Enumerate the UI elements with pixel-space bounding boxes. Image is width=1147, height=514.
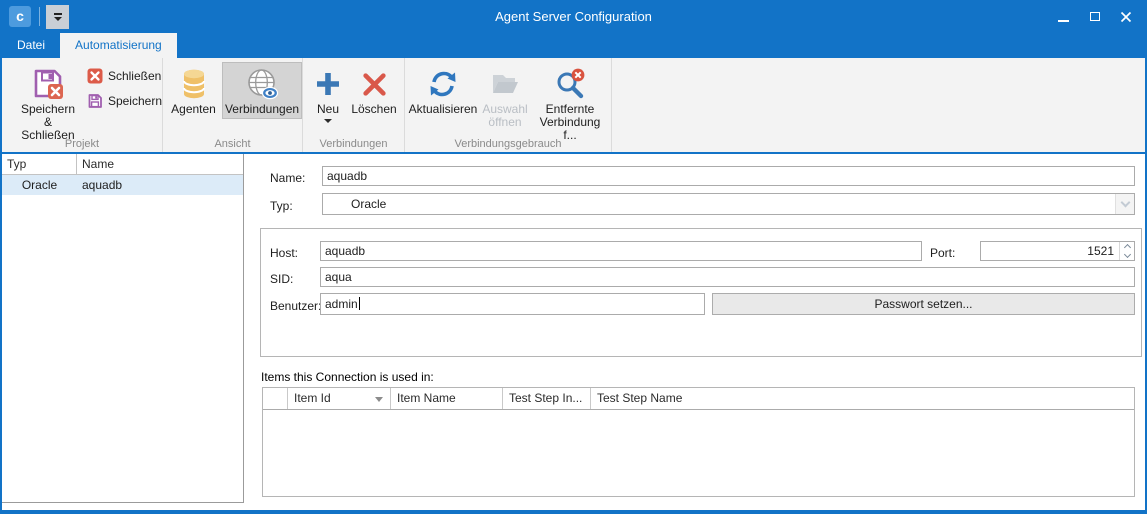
connection-row-aquadb[interactable]: Oracle aquadb bbox=[2, 175, 243, 195]
sid-input[interactable] bbox=[320, 267, 1135, 287]
agents-view-button[interactable]: Agenten bbox=[168, 62, 219, 119]
floppy-disk-with-red-x-icon bbox=[31, 67, 65, 101]
ribbon-group-verbindungen: Neu Löschen Verbindungen bbox=[303, 58, 405, 152]
ribbon-group-projekt: Speichern & Schließen Schließen bbox=[2, 58, 163, 152]
close-project-label: Schließen bbox=[108, 69, 161, 83]
text-cursor bbox=[359, 297, 360, 310]
new-connection-button[interactable]: Neu bbox=[308, 62, 348, 126]
new-connection-label: Neu bbox=[317, 103, 339, 116]
group-label-projekt: Projekt bbox=[2, 138, 162, 150]
tab-datei[interactable]: Datei bbox=[2, 33, 60, 58]
items-column-indicator bbox=[263, 388, 288, 409]
set-password-button[interactable]: Passwort setzen... bbox=[712, 293, 1135, 315]
ribbon-tab-row: Datei Automatisierung bbox=[2, 33, 1145, 58]
name-input[interactable] bbox=[322, 166, 1135, 186]
typ-combobox[interactable]: Oracle bbox=[322, 193, 1135, 215]
globe-with-eye-icon bbox=[246, 68, 279, 101]
column-header-name[interactable]: Name bbox=[77, 154, 243, 174]
save-project-label: Speichern bbox=[108, 94, 162, 108]
items-column-item-id[interactable]: Item Id bbox=[288, 388, 391, 409]
typ-label: Typ: bbox=[270, 199, 293, 213]
host-input[interactable] bbox=[320, 241, 922, 261]
blue-circular-arrows-icon bbox=[427, 68, 459, 100]
window-controls bbox=[1048, 0, 1141, 33]
ribbon-empty-space bbox=[612, 58, 1145, 152]
refresh-button[interactable]: Aktualisieren bbox=[407, 62, 479, 119]
open-selection-button: Auswahl öffnen bbox=[479, 62, 531, 132]
spinner-down-icon bbox=[1123, 251, 1130, 258]
save-and-close-label-line1: Speichern & bbox=[18, 103, 78, 129]
delete-connection-button[interactable]: Löschen bbox=[348, 62, 400, 119]
purple-floppy-disk-icon bbox=[87, 93, 103, 109]
items-column-test-step-in[interactable]: Test Step In... bbox=[503, 388, 591, 409]
save-project-button[interactable]: Speichern bbox=[87, 91, 162, 111]
main-area: Typ Name Oracle aquadb Name: Typ: Oracle… bbox=[2, 154, 1145, 510]
save-and-close-button[interactable]: Speichern & Schließen bbox=[15, 62, 81, 145]
connection-detail-form: Name: Typ: Oracle Host: Port: 1521 bbox=[245, 154, 1145, 510]
port-spin-buttons bbox=[1119, 242, 1134, 260]
ribbon: Speichern & Schließen Schließen bbox=[2, 58, 1145, 154]
host-label: Host: bbox=[270, 246, 298, 260]
connections-list-header: Typ Name bbox=[2, 154, 243, 175]
typ-combobox-value: Oracle bbox=[323, 194, 1115, 214]
connections-view-button[interactable]: Verbindungen bbox=[222, 62, 302, 119]
port-label: Port: bbox=[930, 246, 955, 260]
close-button[interactable] bbox=[1110, 0, 1141, 33]
port-spinner[interactable]: 1521 bbox=[980, 241, 1135, 261]
refresh-label: Aktualisieren bbox=[409, 103, 478, 116]
window-title: Agent Server Configuration bbox=[0, 0, 1147, 33]
user-input-value: admin bbox=[325, 297, 358, 311]
magnifier-with-red-x-icon bbox=[554, 68, 586, 100]
port-value: 1521 bbox=[981, 242, 1119, 260]
yellow-database-cylinder-icon bbox=[182, 68, 206, 100]
open-selection-label-line2: öffnen bbox=[488, 116, 521, 129]
agents-view-label: Agenten bbox=[171, 103, 216, 116]
user-label: Benutzer: bbox=[270, 299, 321, 313]
items-column-item-name[interactable]: Item Name bbox=[391, 388, 503, 409]
agent-server-configuration-window: c Agent Server Configuration Datei Autom… bbox=[0, 0, 1147, 514]
typ-combobox-dropdown-button[interactable] bbox=[1115, 194, 1134, 214]
ribbon-group-verbindungsgebrauch: Aktualisieren Auswahl öffnen bbox=[405, 58, 612, 152]
group-label-verbindungen: Verbindungen bbox=[303, 138, 404, 150]
connection-row-name: aquadb bbox=[77, 175, 243, 195]
sid-label: SID: bbox=[270, 272, 293, 286]
title-bar: c Agent Server Configuration bbox=[0, 0, 1147, 33]
close-project-button[interactable]: Schließen bbox=[87, 66, 162, 86]
gray-open-folder-icon bbox=[490, 71, 520, 97]
connections-view-label: Verbindungen bbox=[225, 103, 299, 116]
tab-automatisierung[interactable]: Automatisierung bbox=[60, 33, 177, 58]
minimize-button[interactable] bbox=[1048, 0, 1079, 33]
red-x-square-icon bbox=[87, 68, 103, 84]
connections-list-panel: Typ Name Oracle aquadb bbox=[2, 154, 244, 503]
maximize-icon bbox=[1090, 12, 1100, 21]
name-label: Name: bbox=[270, 171, 305, 185]
group-label-ansicht: Ansicht bbox=[163, 138, 302, 150]
items-section-title: Items this Connection is used in: bbox=[261, 370, 434, 384]
connection-row-typ: Oracle bbox=[2, 175, 77, 195]
items-table: Item Id Item Name Test Step In... Test S… bbox=[262, 387, 1135, 497]
column-header-typ[interactable]: Typ bbox=[2, 154, 77, 174]
ribbon-group-ansicht: Agenten Verbindungen bbox=[163, 58, 303, 152]
chevron-down-icon bbox=[1120, 197, 1130, 207]
maximize-button[interactable] bbox=[1079, 0, 1110, 33]
sort-descending-icon bbox=[375, 397, 383, 402]
port-decrement-button[interactable] bbox=[1120, 251, 1134, 260]
user-input[interactable]: admin bbox=[320, 293, 705, 315]
items-table-header: Item Id Item Name Test Step In... Test S… bbox=[263, 388, 1134, 410]
dropdown-arrow-icon bbox=[324, 119, 332, 123]
items-column-test-step-name[interactable]: Test Step Name bbox=[591, 388, 1134, 409]
minimize-icon bbox=[1058, 20, 1069, 22]
red-x-icon bbox=[362, 72, 387, 97]
delete-connection-label: Löschen bbox=[351, 103, 396, 116]
group-label-verbindungsgebrauch: Verbindungsgebrauch bbox=[405, 138, 611, 150]
blue-plus-icon bbox=[315, 71, 341, 97]
remove-remote-connection-button[interactable]: Entfernte Verbindung f... bbox=[531, 62, 609, 145]
close-icon bbox=[1120, 11, 1132, 23]
